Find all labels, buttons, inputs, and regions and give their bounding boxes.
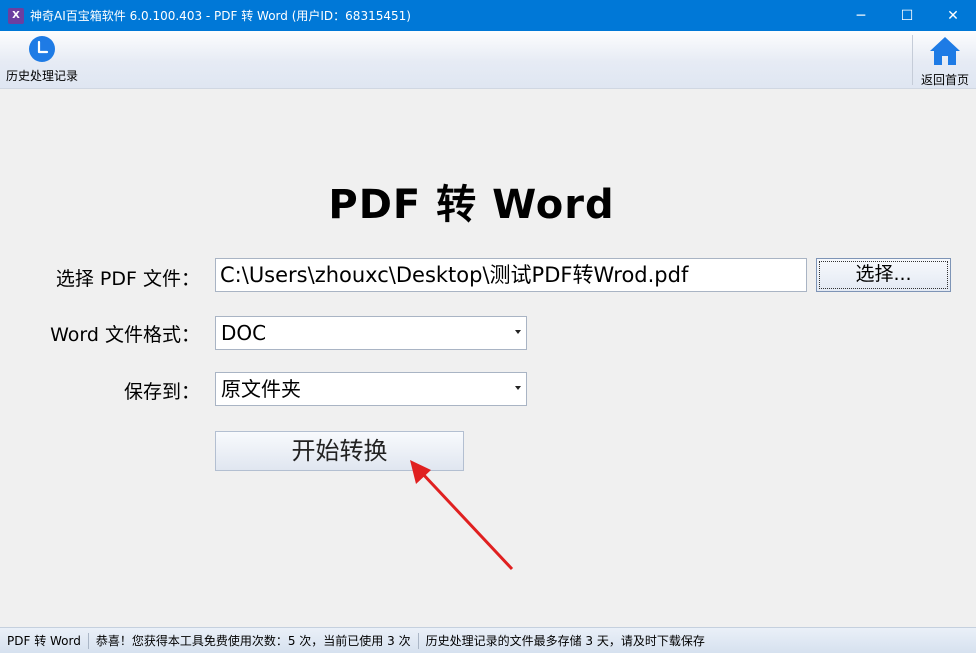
window-controls: ─ ☐ ✕	[838, 0, 976, 31]
clock-icon	[29, 36, 55, 62]
save-location-select[interactable]: 原文件夹	[215, 372, 527, 406]
file-label: 选择 PDF 文件：	[55, 268, 200, 290]
home-button[interactable]: 返回首页	[921, 35, 969, 88]
status-tool-name: PDF 转 Word	[0, 632, 89, 649]
dropdown-arrow-icon	[515, 330, 521, 334]
close-button[interactable]: ✕	[930, 0, 976, 31]
toolbar: 历史处理记录 返回首页	[0, 31, 976, 89]
format-label: Word 文件格式：	[50, 324, 200, 346]
save-select-value: 原文件夹	[221, 377, 301, 401]
dropdown-arrow-icon	[515, 386, 521, 390]
status-storage-note: 历史处理记录的文件最多存储 3 天，请及时下载保存	[425, 633, 705, 648]
toolbar-separator	[912, 35, 913, 85]
format-select-value: DOC	[221, 321, 267, 345]
home-icon	[929, 37, 960, 65]
window-title: 神奇AI百宝箱软件 6.0.100.403 - PDF 转 Word (用户ID…	[30, 9, 411, 23]
history-label: 历史处理记录	[6, 69, 79, 83]
maximize-button[interactable]: ☐	[884, 0, 930, 31]
close-icon: ✕	[947, 7, 959, 24]
window-title-bar: X 神奇AI百宝箱软件 6.0.100.403 - PDF 转 Word (用户…	[0, 0, 976, 31]
page-title: PDF 转 Word	[328, 182, 615, 228]
format-select[interactable]: DOC	[215, 316, 527, 350]
status-usage: 恭喜！您获得本工具免费使用次数：5 次，当前已使用 3 次	[89, 632, 419, 649]
history-button[interactable]: 历史处理记录	[6, 35, 78, 84]
minimize-button[interactable]: ─	[838, 0, 884, 31]
file-path-input[interactable]: C:\Users\zhouxc\Desktop\测试PDF转Wrod.pdf	[215, 258, 807, 292]
minimize-icon: ─	[856, 7, 866, 24]
start-convert-button[interactable]: 开始转换	[215, 431, 464, 471]
home-label: 返回首页	[920, 73, 969, 87]
choose-file-button[interactable]: 选择...	[816, 258, 951, 292]
app-logo-icon: X	[8, 7, 24, 24]
status-bar: PDF 转 Word 恭喜！您获得本工具免费使用次数：5 次，当前已使用 3 次…	[0, 627, 976, 653]
save-label: 保存到：	[123, 381, 200, 403]
maximize-icon: ☐	[900, 7, 914, 24]
